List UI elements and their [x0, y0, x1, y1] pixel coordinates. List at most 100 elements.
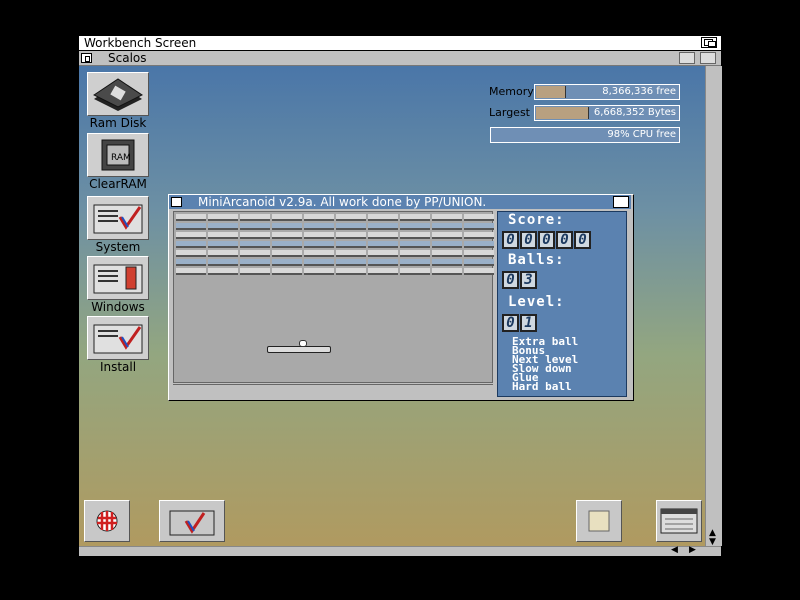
screen-title: Workbench Screen	[84, 36, 197, 50]
screen-titlebar[interactable]: Workbench Screen	[79, 36, 721, 51]
brick	[272, 268, 302, 275]
clearram-icon: RAM	[87, 133, 149, 177]
bonus-item: Hard ball	[512, 380, 572, 393]
brick	[368, 241, 398, 248]
brick	[272, 223, 302, 230]
brick	[304, 223, 334, 230]
game-close-icon[interactable]	[171, 197, 182, 207]
dock-drawer[interactable]	[159, 500, 225, 542]
game-depth-icon[interactable]	[613, 196, 629, 208]
brick	[208, 232, 238, 239]
icon-label: Windows	[91, 300, 145, 314]
game-titlebar[interactable]: MiniArcanoid v2.9a. All work done by PP/…	[169, 195, 631, 209]
brick	[176, 232, 206, 239]
brick	[400, 268, 430, 275]
calendar-icon	[660, 508, 698, 534]
dock-boing-ball[interactable]	[84, 500, 130, 542]
brick	[432, 268, 462, 275]
brick	[400, 250, 430, 257]
level-label: Level:	[508, 294, 565, 310]
brick	[368, 223, 398, 230]
brick	[176, 214, 206, 221]
windows-drawer-icon	[87, 256, 149, 300]
brick	[336, 250, 366, 257]
game-title: MiniArcanoid v2.9a. All work done by PP/…	[198, 195, 487, 209]
balls-label: Balls:	[508, 252, 565, 268]
brick	[432, 241, 462, 248]
horizontal-scrollbar[interactable]: ◀ ▶	[79, 545, 721, 556]
screen-depth-gadget-icon[interactable]	[701, 37, 717, 48]
status-panel: Score: 0 0 0 0 0 Balls: 0 3 Level: 0 1 E…	[497, 211, 627, 397]
window-depth-gadget-icon[interactable]	[700, 52, 716, 64]
brick	[304, 241, 334, 248]
system-drawer-icon	[87, 196, 149, 240]
brick	[400, 259, 430, 266]
brick	[208, 250, 238, 257]
brick	[240, 241, 270, 248]
icon-ram-disk[interactable]: Ram Disk	[85, 72, 151, 130]
brick	[176, 223, 206, 230]
score-digit: 0	[502, 231, 519, 249]
brick	[400, 223, 430, 230]
vertical-scrollbar[interactable]: ▲ ▼	[705, 66, 722, 547]
score-digits: 0 0 0 0 0	[502, 231, 592, 249]
brick	[432, 214, 462, 221]
icon-label: ClearRAM	[89, 177, 147, 191]
brick	[464, 214, 494, 221]
icon-install[interactable]: Install	[85, 316, 151, 374]
score-digit: 0	[556, 231, 573, 249]
brick	[464, 268, 494, 275]
brick	[240, 268, 270, 275]
brick	[368, 259, 398, 266]
drawer-icon	[169, 510, 215, 536]
score-digit: 0	[538, 231, 555, 249]
dock-blank[interactable]	[576, 500, 622, 542]
dock-calendar[interactable]	[656, 500, 702, 542]
brick	[336, 241, 366, 248]
scroll-left-icon[interactable]: ◀	[671, 545, 678, 555]
brick	[464, 259, 494, 266]
score-digit: 0	[574, 231, 591, 249]
brick	[272, 214, 302, 221]
playfield[interactable]	[173, 211, 494, 383]
brick	[208, 259, 238, 266]
scroll-right-icon[interactable]: ▶	[689, 545, 696, 555]
largest-value: 6,668,352 Bytes	[593, 107, 676, 118]
brick	[432, 250, 462, 257]
brick	[240, 250, 270, 257]
brick	[464, 223, 494, 230]
icon-label: Ram Disk	[89, 116, 147, 130]
scalos-window-titlebar[interactable]: Scalos	[79, 51, 721, 66]
icon-windows[interactable]: Windows	[85, 256, 151, 314]
brick	[240, 259, 270, 266]
score-digit: 0	[520, 231, 537, 249]
level-digit: 0	[502, 314, 519, 332]
paddle	[267, 346, 331, 353]
brick	[368, 232, 398, 239]
install-drawer-icon	[87, 316, 149, 360]
largest-bar-fill	[536, 107, 589, 119]
brick	[304, 214, 334, 221]
brick	[176, 268, 206, 275]
brick	[272, 232, 302, 239]
brick	[208, 268, 238, 275]
brick	[176, 259, 206, 266]
icon-system[interactable]: System	[85, 196, 151, 254]
brick	[336, 259, 366, 266]
window-close-gadget-icon[interactable]	[81, 53, 92, 63]
brick	[432, 259, 462, 266]
memory-bar-fill	[536, 86, 566, 98]
icon-clearram[interactable]: RAM ClearRAM	[85, 133, 151, 191]
brick	[240, 223, 270, 230]
svg-text:RAM: RAM	[111, 153, 131, 163]
blank-tile-icon	[588, 510, 610, 532]
largest-label: Largest	[489, 106, 530, 119]
ram-disk-icon	[87, 72, 149, 116]
brick	[176, 241, 206, 248]
brick	[368, 214, 398, 221]
brick	[272, 241, 302, 248]
brick	[304, 259, 334, 266]
window-zoom-gadget-icon[interactable]	[679, 52, 695, 64]
cpu-value: 98% CPU free	[607, 129, 676, 140]
balls-digit: 0	[502, 271, 519, 289]
